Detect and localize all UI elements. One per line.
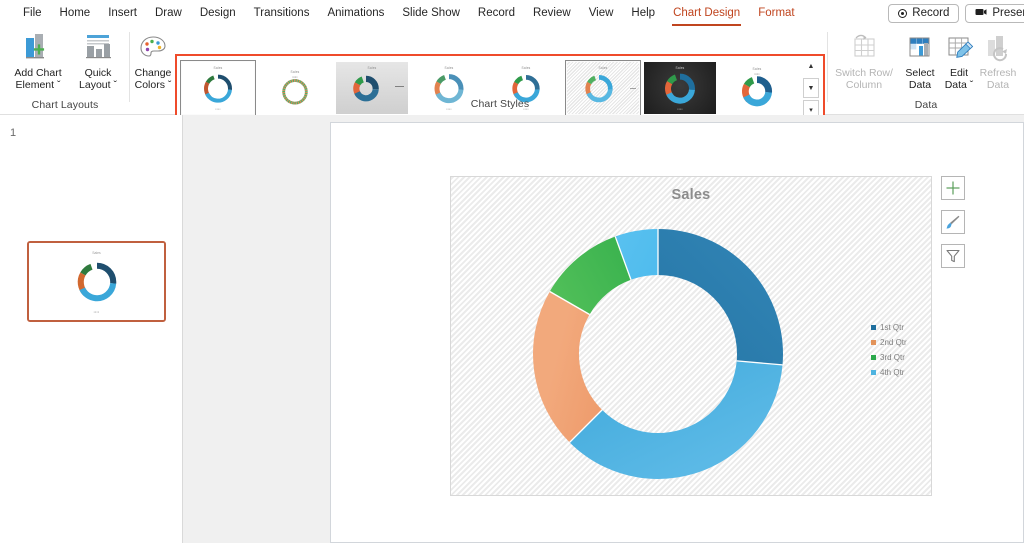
tab-review[interactable]: Review (524, 2, 580, 25)
slide-thumbnail-1[interactable]: Sales ▪▪▪▪ (27, 241, 166, 322)
work-area: 1 Sales ▪▪▪▪ Sales 1st Qtr 2nd Qtr 3rd Q… (0, 115, 1024, 543)
ribbon-group-label-chart-layouts: Chart Layouts (31, 99, 99, 111)
funnel-icon (946, 249, 960, 263)
chart-style-5-title: Sales (521, 66, 531, 70)
chart-styles-button[interactable] (941, 210, 965, 234)
chart-title: Sales (671, 187, 711, 203)
chart-style-7-title: Sales (675, 66, 685, 70)
tab-home[interactable]: Home (51, 2, 100, 25)
tab-design[interactable]: Design (191, 2, 245, 25)
switch-row-column-label-2: Column (845, 79, 883, 91)
slide-canvas[interactable]: Sales 1st Qtr 2nd Qtr 3rd Qtr 4th Qtr (330, 122, 1024, 543)
legend-item-4th-qtr[interactable]: 4th Qtr (871, 365, 923, 380)
select-data-label-2: Data (908, 79, 932, 91)
legend-label-4th-qtr: 4th Qtr (880, 368, 905, 377)
thumbnail-chart-legend: ▪▪▪▪ (93, 310, 100, 314)
ribbon-group-label-data: Data (914, 99, 938, 111)
quick-layout-icon (68, 30, 128, 64)
refresh-data-button[interactable]: Refresh Data (968, 30, 1024, 91)
tab-file[interactable]: File (14, 2, 51, 25)
donut-plot-area[interactable] (473, 209, 843, 499)
switch-row-column-button[interactable]: Switch Row/ Column (834, 30, 894, 91)
tab-animations[interactable]: Animations (318, 2, 393, 25)
add-chart-element-label-1: Add Chart (14, 67, 62, 79)
powerpoint-window: File Home Insert Draw Design Transitions… (0, 0, 1024, 543)
legend-label-3rd-qtr: 3rd Qtr (880, 353, 905, 362)
present-button[interactable]: Present (965, 3, 1024, 23)
switch-row-column-label-1: Switch Row/ (835, 67, 893, 79)
ribbon-group-data: Switch Row/ Column Select Data Edit Data… (828, 26, 1024, 115)
slide-thumbnail-pane: 1 Sales ▪▪▪▪ (0, 115, 183, 543)
slide-canvas-pane: Sales 1st Qtr 2nd Qtr 3rd Qtr 4th Qtr (183, 115, 1024, 543)
thumbnail-chart-title: Sales (92, 251, 101, 255)
record-dot-icon (898, 8, 908, 18)
titlebar-actions: Record Present (888, 0, 1024, 26)
legend-item-1st-qtr[interactable]: 1st Qtr (871, 320, 923, 335)
add-chart-element-label-2: Element ˇ (15, 79, 61, 91)
thumbnail-donut-icon (77, 262, 116, 301)
donut-chart-svg (533, 229, 783, 479)
record-button[interactable]: Record (888, 3, 960, 23)
legend-label-1st-qtr: 1st Qtr (880, 323, 905, 332)
add-chart-element-icon (8, 30, 68, 64)
chart-styles-scroll-controls: ▲ ▼ ▾ (803, 56, 819, 120)
quick-layout-label-1: Quick (84, 67, 112, 79)
chart-object[interactable]: Sales 1st Qtr 2nd Qtr 3rd Qtr 4th Qtr (450, 176, 932, 496)
legend-label-2nd-qtr: 2nd Qtr (880, 338, 907, 347)
refresh-data-icon (968, 30, 1024, 64)
chart-style-4-title: Sales (444, 66, 454, 70)
chart-style-3-legend: ▬▬▬ (395, 84, 404, 88)
chart-style-1-title: Sales (213, 66, 223, 70)
legend-swatch-3rd-qtr (871, 355, 876, 360)
tab-record[interactable]: Record (469, 2, 524, 25)
tab-slide-show[interactable]: Slide Show (393, 2, 469, 25)
chart-filters-button[interactable] (941, 244, 965, 268)
brush-icon (946, 215, 960, 229)
change-colors-label-2: Colors ˇ (134, 79, 172, 91)
present-screen-icon (975, 9, 987, 15)
legend-item-2nd-qtr[interactable]: 2nd Qtr (871, 335, 923, 350)
tab-format[interactable]: Format (749, 2, 803, 25)
refresh-data-label-1: Refresh (979, 67, 1017, 79)
legend-swatch-4th-qtr (871, 370, 876, 375)
palette-icon (123, 30, 183, 64)
ribbon-tab-bar: File Home Insert Draw Design Transitions… (0, 0, 1024, 26)
chart-style-3-title: Sales (367, 66, 377, 70)
record-button-label: Record (912, 7, 950, 19)
slide-number-1: 1 (10, 127, 17, 139)
chart-style-8-title: Sales (752, 67, 762, 71)
tab-insert[interactable]: Insert (99, 2, 146, 25)
change-colors-label-1: Change (134, 67, 172, 79)
legend-item-3rd-qtr[interactable]: 3rd Qtr (871, 350, 923, 365)
chart-legend[interactable]: 1st Qtr 2nd Qtr 3rd Qtr 4th Qtr (871, 320, 923, 380)
ribbon-group-chart-layouts: Add Chart Element ˇ Quick Layout ˇ Chart… (0, 26, 130, 115)
tab-chart-design[interactable]: Chart Design (664, 2, 749, 26)
tab-help[interactable]: Help (622, 2, 664, 25)
chart-elements-button[interactable] (941, 176, 965, 200)
legend-swatch-2nd-qtr (871, 340, 876, 345)
ribbon: Add Chart Element ˇ Quick Layout ˇ Chart… (0, 26, 1024, 122)
chart-style-6-title: Sales (598, 66, 608, 70)
tab-draw[interactable]: Draw (146, 2, 191, 25)
chart-side-buttons (941, 176, 965, 268)
quick-layout-label-2: Layout ˇ (79, 79, 117, 91)
plus-icon (946, 181, 960, 195)
ribbon-group-label-chart-styles: Chart Styles (470, 98, 530, 110)
tab-view[interactable]: View (580, 2, 623, 25)
quick-layout-button[interactable]: Quick Layout ˇ (68, 30, 128, 91)
present-button-label: Present (992, 7, 1024, 19)
gallery-scroll-down-button[interactable]: ▼ (803, 78, 819, 98)
change-colors-button[interactable]: Change Colors ˇ (123, 30, 183, 91)
edit-data-label-1: Edit (949, 67, 969, 79)
add-chart-element-button[interactable]: Add Chart Element ˇ (8, 30, 68, 91)
gallery-scroll-up-button[interactable]: ▲ (803, 56, 819, 76)
switch-row-column-icon (834, 30, 894, 64)
ribbon-group-change-colors: Change Colors ˇ (130, 26, 176, 115)
refresh-data-label-2: Data (986, 79, 1010, 91)
legend-swatch-1st-qtr (871, 325, 876, 330)
chart-style-2-title: Sales (290, 70, 300, 74)
chart-style-6-legend: ▬▬ (630, 86, 636, 90)
tab-transitions[interactable]: Transitions (245, 2, 319, 25)
